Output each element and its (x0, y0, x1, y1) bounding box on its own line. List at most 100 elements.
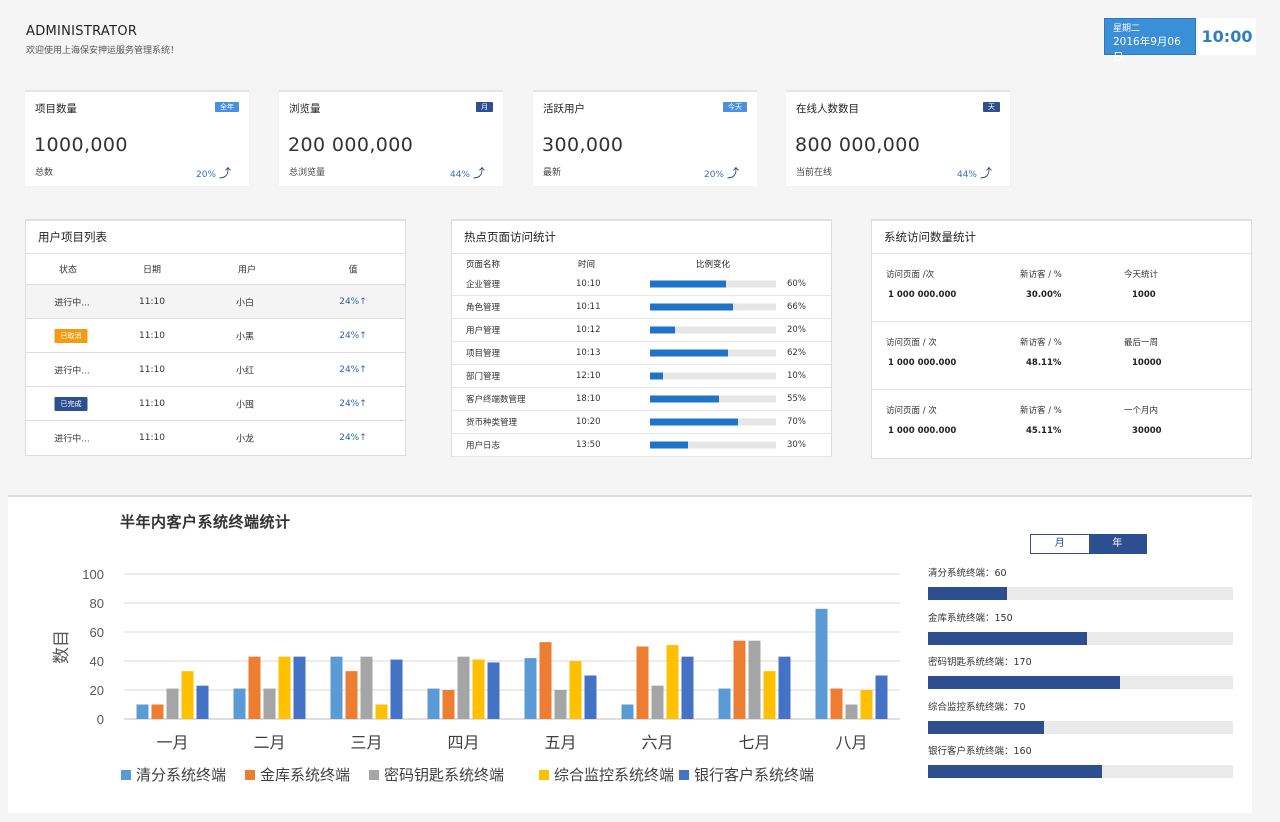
legend-swatch (121, 770, 131, 780)
table-row[interactable]: 进行中... 11:10 小龙 24%↑ (26, 421, 405, 455)
table-row[interactable]: 已取消 11:10 小黑 24%↑ (26, 319, 405, 353)
stat-badge[interactable]: 天 (983, 102, 1000, 112)
user-cell: 小囤 (235, 400, 255, 410)
page-percent: 60% (787, 279, 806, 289)
bar-5-五月 (584, 675, 597, 719)
page-percent: 66% (787, 302, 806, 312)
bar-2-七月 (733, 640, 746, 719)
column-header: 状态 (58, 265, 78, 276)
stat-value: 300,000 (542, 134, 624, 156)
progress-bar (650, 303, 776, 311)
progress-bar (650, 395, 776, 403)
bar-4-八月 (860, 690, 873, 719)
page-percent: 10% (787, 371, 806, 381)
stat-badge[interactable]: 今天 (723, 102, 747, 112)
progress-bar (650, 372, 776, 380)
stat-label: 最后一周 (1124, 338, 1159, 348)
stat-percent: 20% ⤴ (196, 164, 231, 181)
y-tick-label: 0 (97, 712, 104, 727)
page-time: 13:50 (576, 440, 601, 450)
stat-value: 45.11% (1026, 426, 1062, 436)
table-row[interactable]: 用户日志 13:50 30% (452, 434, 831, 457)
terminal-label: 清分系统终端：60 (928, 568, 1007, 579)
page-percent: 62% (787, 348, 806, 358)
terminal-label: 金库系统终端：150 (928, 612, 1013, 624)
value-cell: 24%↑ (339, 398, 367, 409)
stat-label: 访问页面 /次 (886, 270, 935, 280)
legend-label: 密码钥匙系统终端 (384, 766, 504, 784)
page-percent: 70% (787, 417, 806, 427)
user-cell: 小龙 (235, 434, 255, 445)
bar-4-七月 (763, 671, 776, 719)
table-row[interactable]: 部门管理 12:10 10% (452, 365, 831, 388)
legend-swatch (245, 770, 255, 780)
toggle-month-button[interactable]: 月 (1031, 535, 1089, 553)
page-name: 企业管理 (466, 280, 501, 290)
period-toggle: 月 年 (1030, 534, 1147, 554)
legend-swatch (679, 770, 689, 780)
legend-label: 银行客户系统终端 (694, 766, 814, 784)
terminal-label: 密码钥匙系统终端：170 (928, 657, 1032, 669)
bar-3-五月 (554, 690, 567, 719)
table-row[interactable]: 货币种类管理 10:20 70% (452, 411, 831, 434)
stat-badge[interactable]: 月 (476, 102, 493, 112)
stat-label: 访问页面 / 次 (886, 406, 937, 416)
progress-fill (650, 418, 739, 426)
table-row[interactable]: 企业管理 10:10 60% (452, 273, 831, 296)
bar-2-二月 (248, 656, 261, 719)
table-row[interactable]: 角色管理 10:11 66% (452, 296, 831, 319)
stat-card-active-users: 活跃用户 今天 300,000 最新 20% ⤴ (533, 90, 757, 186)
value-cell: 24%↑ (339, 433, 367, 443)
table-row[interactable]: 客户终端数管理 18:10 55% (452, 388, 831, 411)
bar-4-四月 (472, 659, 485, 719)
toggle-year-button[interactable]: 年 (1088, 535, 1146, 553)
table-row[interactable]: 进行中... 11:10 小白 24%↑ (26, 285, 405, 319)
page-time: 10:10 (576, 279, 601, 289)
weekday-text: 星期二 (1113, 24, 1141, 34)
x-tick-label: 五月 (544, 733, 576, 752)
bar-4-五月 (569, 661, 582, 719)
stat-label: 最新 (543, 168, 562, 178)
bar-1-六月 (621, 704, 634, 719)
user-cell: 小黑 (235, 332, 255, 342)
arrow-up-icon: ⤴ (979, 166, 992, 180)
stat-value: 200 000,000 (288, 134, 414, 156)
bar-1-八月 (815, 608, 828, 719)
arrow-up-icon: ⤴ (726, 166, 739, 180)
hot-pages-panel: 热点页面访问统计 页面名称 时间 比例变化 企业管理 10:10 60% 角色管理 10… (451, 219, 832, 457)
table-header: 页面名称 时间 比例变化 (452, 254, 831, 273)
status-text: 进行中... (54, 366, 90, 376)
bar-3-一月 (166, 688, 179, 719)
panel-title: 系统访问数量统计 (872, 221, 1251, 254)
bar-1-三月 (330, 656, 343, 719)
visit-stat-block: 访问页面 / 次 1 000 000.000 新访客 / % 48.11% 最后一周 10… (872, 322, 1251, 390)
bar-1-四月 (427, 688, 440, 719)
table-row[interactable]: 用户管理 10:12 20% (452, 319, 831, 342)
stat-badge[interactable]: 全年 (215, 102, 239, 112)
table-row[interactable]: 已完成 11:10 小囤 24%↑ (26, 387, 405, 421)
bar-3-六月 (651, 685, 664, 719)
page-time: 10:13 (576, 348, 601, 358)
table-row[interactable]: 项目管理 10:13 62% (452, 342, 831, 365)
status-text: 进行中... (54, 298, 90, 308)
value-cell: 24%↑ (339, 364, 367, 375)
stat-card-views: 浏览量 月 200 000,000 总浏览量 44% ⤴ (279, 90, 503, 186)
user-cell: 小红 (235, 366, 255, 376)
x-tick-label: 七月 (738, 733, 770, 752)
terminal-bar-fill (928, 720, 1044, 734)
table-row[interactable]: 进行中... 11:10 小红 24%↑ (26, 353, 405, 387)
status-badge[interactable]: 已完成 (54, 396, 88, 411)
terminal-bar-track (928, 587, 1233, 600)
stat-value: 1 000 000.000 (888, 358, 957, 368)
status-badge[interactable]: 已取消 (54, 328, 88, 343)
terminal-bar-track (928, 631, 1233, 645)
progress-fill (650, 326, 676, 334)
bar-4-二月 (278, 656, 291, 719)
terminal-bar-fill (928, 676, 1121, 690)
progress-fill (650, 280, 726, 288)
arrow-up-icon: ⤴ (472, 166, 485, 180)
date-cell: 11:10 (139, 398, 165, 409)
bar-5-六月 (681, 656, 694, 719)
terminal-summary-item: 清分系统终端：60 (928, 567, 1233, 600)
date-cell: 11:10 (139, 296, 165, 307)
